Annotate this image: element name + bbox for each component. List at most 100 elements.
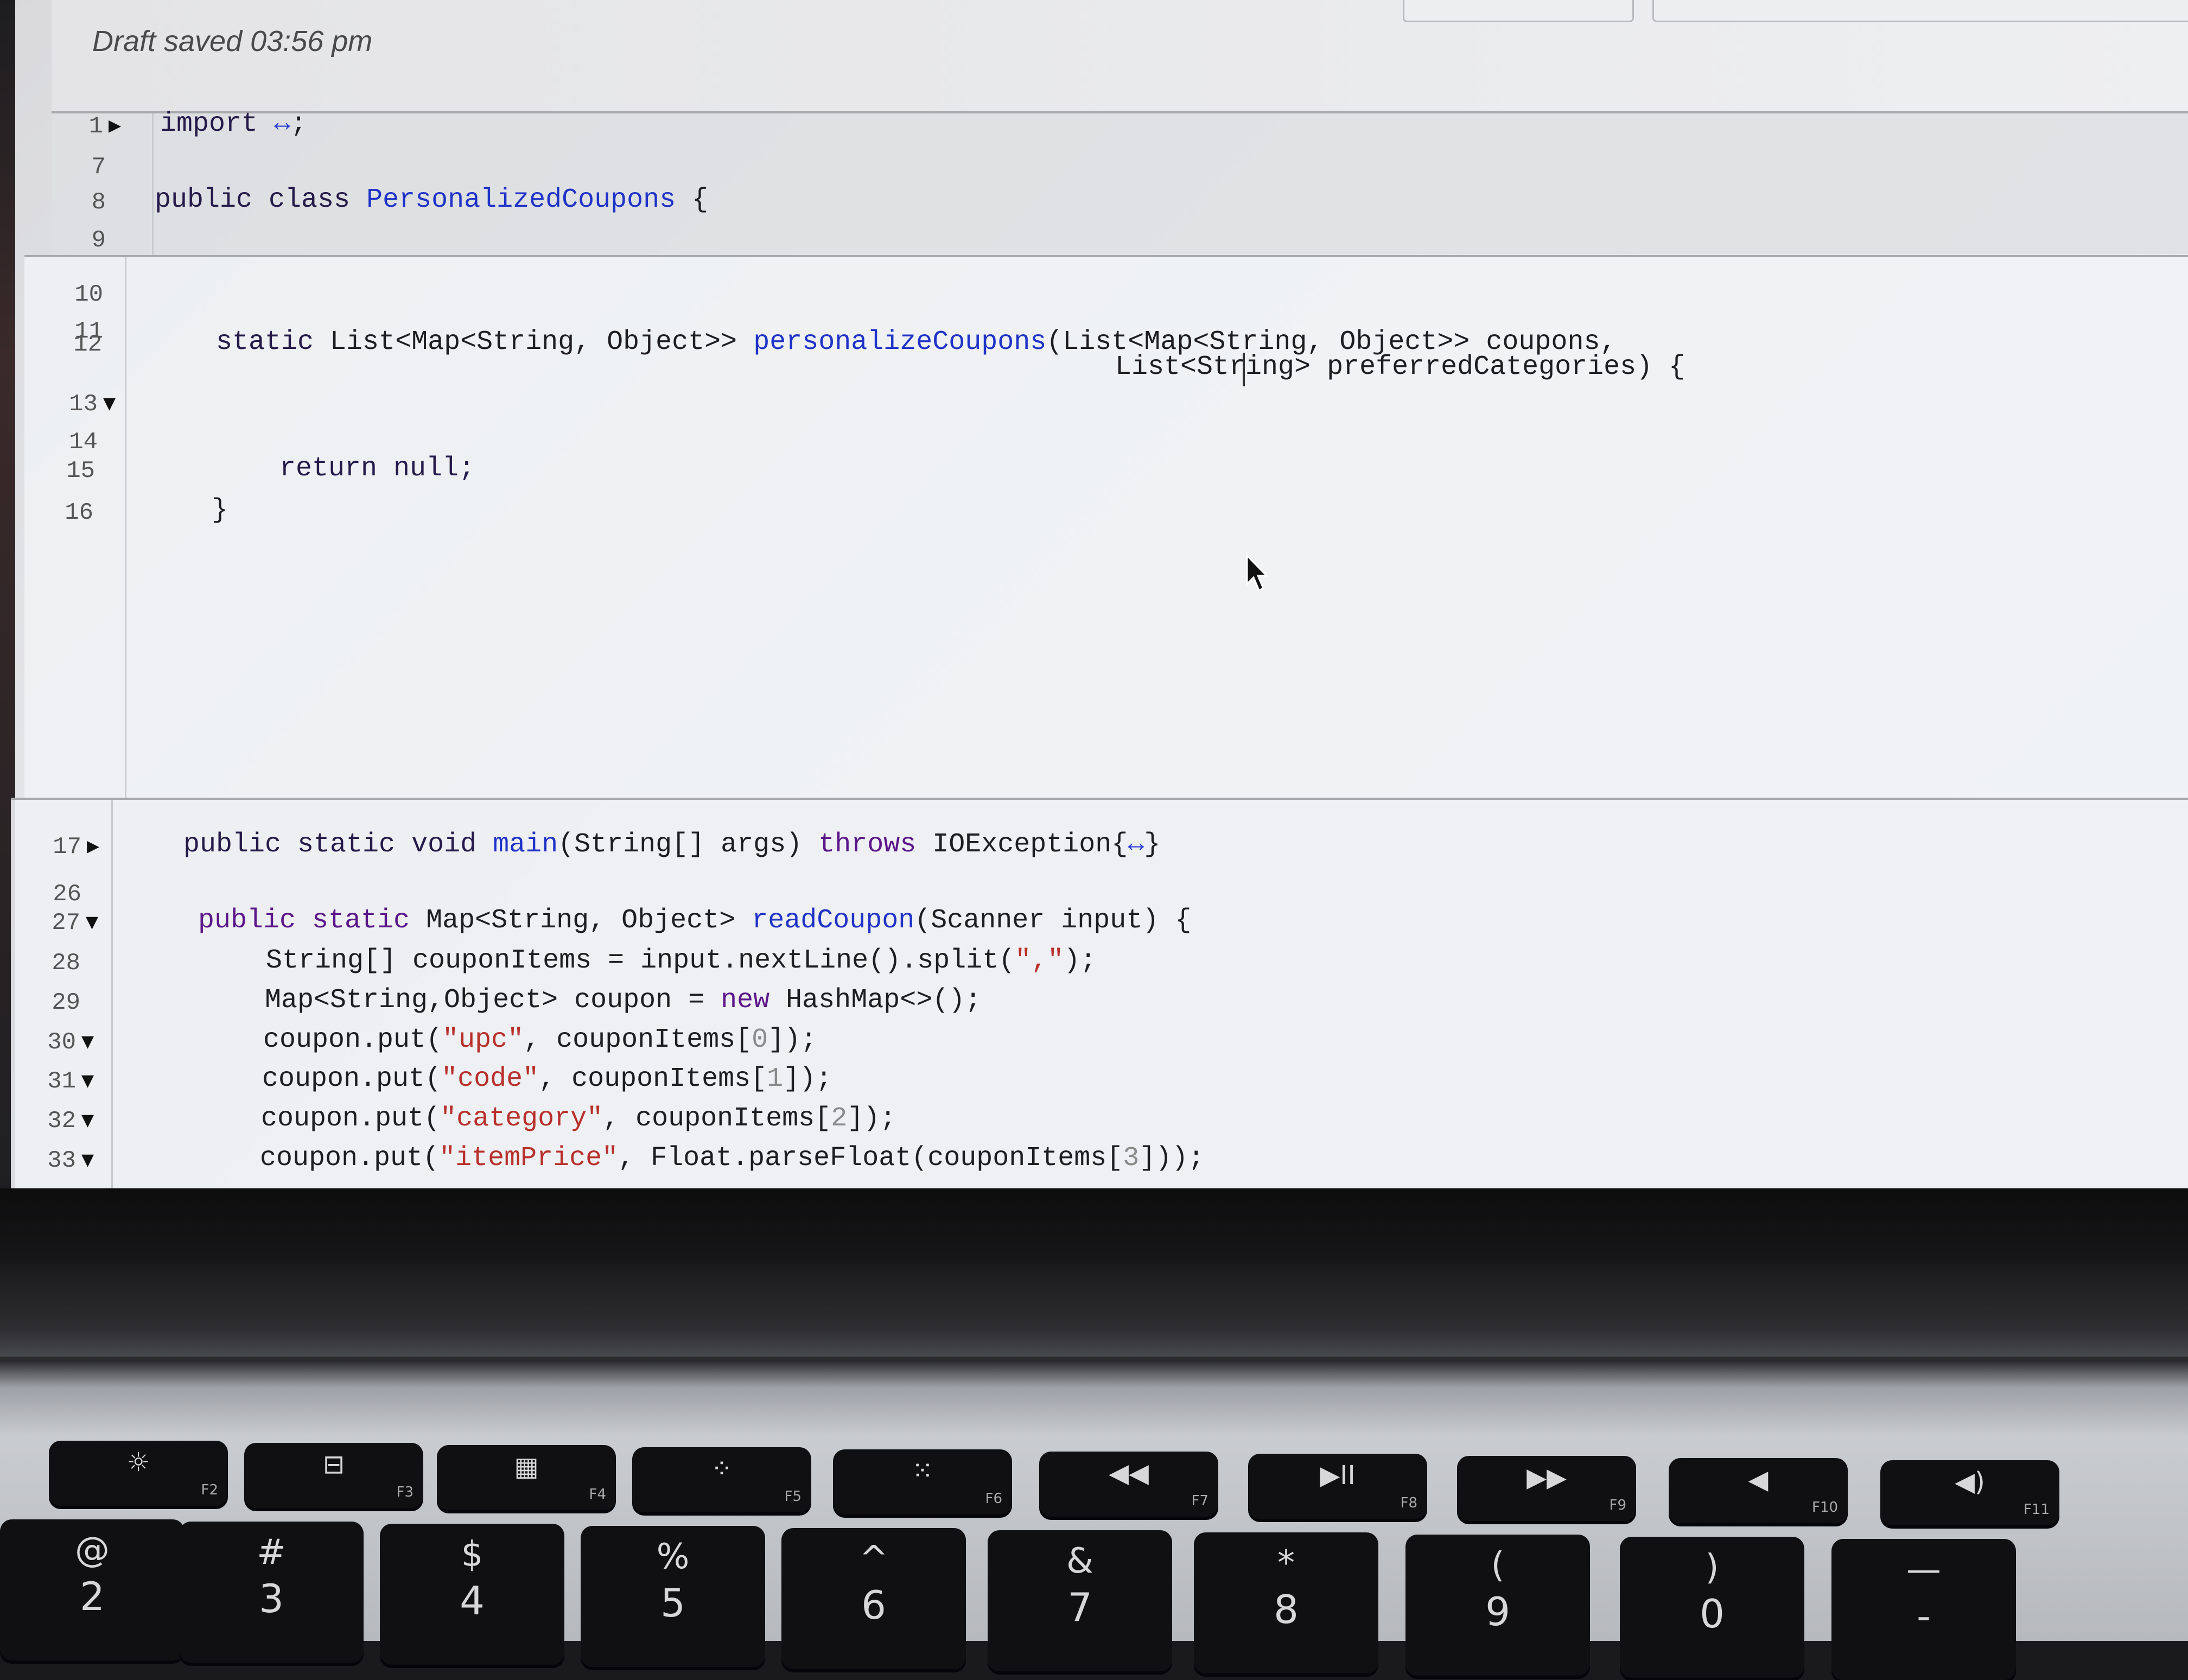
code-token: ↔	[1128, 829, 1144, 860]
key-symbol-icon: ◀	[1748, 1465, 1769, 1495]
code-line[interactable]: public static Map<String, Object> readCo…	[198, 905, 1191, 943]
toolbar-button[interactable]	[1652, 0, 2188, 22]
code-token: "category"	[440, 1103, 603, 1134]
key-symbol-icon: ◀◀	[1109, 1458, 1149, 1488]
code-token: 3	[1123, 1143, 1140, 1174]
key-shift-label: @	[75, 1530, 110, 1570]
code-token: ]);	[768, 1024, 817, 1055]
code-token: public static	[198, 905, 427, 936]
code-line[interactable]: coupon.put("itemPrice", Float.parseFloat…	[260, 1143, 1204, 1181]
line-number: 30	[47, 1029, 76, 1056]
draft-status: Draft saved 03:56 pm	[92, 25, 373, 58]
number-key[interactable]: * 8	[1194, 1532, 1378, 1673]
function-key[interactable]: ◀◀ F7	[1039, 1452, 1218, 1517]
code-token: import	[160, 109, 275, 139]
code-line[interactable]: coupon.put("upc", couponItems[0]);	[263, 1024, 817, 1062]
code-token: "code"	[441, 1064, 539, 1094]
key-label: F3	[396, 1484, 414, 1500]
function-key[interactable]: ◀ F10	[1669, 1458, 1848, 1523]
code-token: );	[1064, 945, 1097, 976]
code-line[interactable]: Map<String,Object> coupon = new HashMap<…	[265, 985, 981, 1023]
number-key[interactable]: % 5	[581, 1526, 765, 1667]
fold-collapse-icon[interactable]: ▼	[81, 1111, 94, 1130]
key-label: F6	[985, 1491, 1003, 1507]
number-key[interactable]: @2	[0, 1519, 185, 1660]
key-main-label: 7	[1067, 1584, 1092, 1630]
key-shift-label: %	[656, 1537, 690, 1577]
code-token: public static void	[183, 829, 493, 860]
code-token: String[] couponItems = input.nextLine().…	[266, 945, 1015, 976]
code-token: coupon.put(	[260, 1143, 440, 1174]
laptop-hinge	[0, 1264, 2188, 1357]
code-line[interactable]: }	[212, 495, 228, 533]
number-key[interactable]: — -	[1831, 1539, 2016, 1680]
number-key[interactable]: $4	[380, 1524, 564, 1665]
line-number: 28	[52, 950, 80, 977]
code-line[interactable]: import ↔;	[160, 109, 307, 147]
line-number: 26	[53, 881, 81, 908]
fold-collapse-icon[interactable]: ▼	[81, 1071, 94, 1090]
code-token: coupon.put(	[263, 1024, 443, 1055]
function-key[interactable]: ⊟ F3	[244, 1443, 423, 1508]
fold-collapse-icon[interactable]: ▼	[81, 1150, 94, 1169]
number-key[interactable]: ) 0	[1620, 1537, 1804, 1678]
function-key[interactable]: ⁘ F5	[632, 1447, 811, 1512]
code-line[interactable]: public static void main(String[] args) t…	[183, 829, 1160, 867]
key-label: F8	[1400, 1495, 1418, 1511]
key-main-label: 0	[1700, 1591, 1725, 1637]
toolbar-button[interactable]	[1403, 0, 1634, 22]
code-token: public class	[155, 184, 367, 215]
key-label: F2	[201, 1482, 219, 1498]
code-token: 1	[767, 1064, 784, 1094]
code-token: ","	[1015, 945, 1064, 976]
code-line[interactable]: List<String> preferredCategories) {	[1115, 352, 1685, 390]
fold-collapse-icon[interactable]: ▼	[86, 913, 98, 932]
code-token: PersonalizedCoupons	[366, 184, 676, 215]
code-token: Map<String,Object> coupon =	[265, 985, 721, 1016]
function-key[interactable]: ▶II F8	[1248, 1454, 1427, 1519]
line-number: 16	[65, 499, 93, 526]
code-line[interactable]: public class PersonalizedCoupons {	[155, 184, 708, 222]
key-main-label: 2	[80, 1574, 105, 1619]
code-token: HashMap<>();	[786, 985, 982, 1016]
number-key[interactable]: (9	[1405, 1535, 1590, 1676]
line-number: 13	[69, 391, 98, 418]
code-line[interactable]: coupon.put("category", couponItems[2]);	[261, 1103, 896, 1141]
function-key[interactable]: ⁙ F6	[833, 1449, 1012, 1514]
line-number: 10	[74, 281, 103, 308]
line-number: 33	[47, 1147, 76, 1174]
key-label: F9	[1609, 1497, 1627, 1513]
fold-collapse-icon[interactable]: ▼	[81, 1032, 94, 1051]
fold-expand-icon[interactable]: ▶	[87, 837, 99, 856]
line-number: 15	[66, 457, 95, 485]
number-key[interactable]: ^ 6	[781, 1528, 966, 1669]
key-symbol-icon: ◀)	[1955, 1467, 1985, 1497]
code-token: main	[493, 829, 558, 860]
line-number: 27	[52, 909, 80, 937]
line-number: 8	[91, 189, 106, 216]
line-number: 9	[91, 227, 106, 254]
line-number: 7	[91, 154, 106, 181]
function-key[interactable]: ▦ F4	[437, 1445, 616, 1510]
function-key[interactable]: ◀) F11	[1880, 1460, 2059, 1525]
key-shift-label: &	[1066, 1541, 1093, 1581]
code-token: ]);	[847, 1103, 896, 1134]
code-line[interactable]: String[] couponItems = input.nextLine().…	[266, 945, 1096, 983]
fold-collapse-icon[interactable]: ▼	[103, 394, 116, 413]
code-token: , couponItems[	[524, 1024, 752, 1055]
function-key[interactable]: ▶▶ F9	[1457, 1456, 1636, 1521]
code-line[interactable]: return null;	[279, 453, 475, 491]
code-token: Map<String, Object>	[426, 905, 752, 936]
key-shift-label: —	[1906, 1550, 1941, 1590]
fold-expand-icon[interactable]: ▶	[109, 116, 121, 135]
code-panel-header[interactable]	[52, 111, 2188, 254]
code-token: personalizeCoupons	[753, 327, 1047, 358]
code-line[interactable]: coupon.put("code", couponItems[1]);	[262, 1064, 832, 1102]
function-key[interactable]: ☼ F2	[49, 1441, 228, 1506]
code-token: 0	[752, 1024, 768, 1055]
key-shift-label: $	[461, 1535, 484, 1575]
number-key[interactable]: #3	[179, 1522, 364, 1663]
number-key[interactable]: & 7	[988, 1530, 1172, 1671]
code-token: static	[216, 327, 330, 358]
code-token: "itemPrice"	[439, 1143, 619, 1174]
